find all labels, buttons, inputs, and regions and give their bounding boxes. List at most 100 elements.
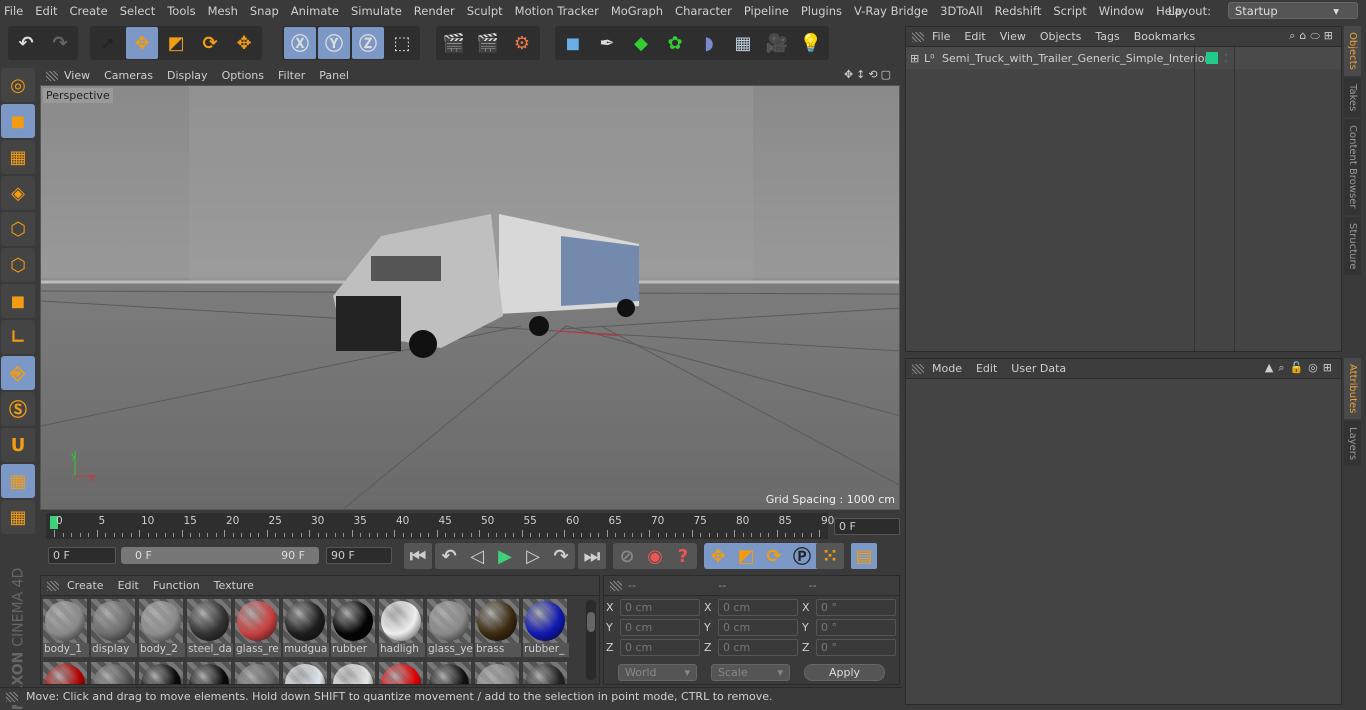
- object-menu-file[interactable]: File: [932, 30, 950, 43]
- material-menu-texture[interactable]: Texture: [214, 579, 254, 592]
- attribute-menu-user-data[interactable]: User Data: [1011, 362, 1066, 375]
- material-swatch[interactable]: rubber_: [523, 599, 569, 657]
- material-swatch[interactable]: [331, 662, 377, 684]
- menu-simulate[interactable]: Simulate: [351, 4, 402, 18]
- material-swatch[interactable]: glass_ye: [427, 599, 473, 657]
- x-axis-icon[interactable]: Ⓧ: [284, 27, 316, 59]
- render-dots-icon[interactable]: ⁚: [1224, 52, 1228, 65]
- menu-select[interactable]: Select: [120, 4, 155, 18]
- key-rotation-icon[interactable]: ⟳: [760, 543, 788, 569]
- material-menu-create[interactable]: Create: [67, 579, 104, 592]
- menu-mograph[interactable]: MoGraph: [611, 4, 663, 18]
- rotate-icon[interactable]: ⟳: [194, 27, 226, 59]
- edges-mode-icon[interactable]: ⬡: [1, 248, 35, 282]
- make-editable-icon[interactable]: ◎: [1, 68, 35, 102]
- menu-pipeline[interactable]: Pipeline: [744, 4, 789, 18]
- viewport-menu-display[interactable]: Display: [167, 69, 208, 82]
- material-swatch[interactable]: [91, 662, 137, 684]
- next-frame-icon[interactable]: ▷: [519, 543, 547, 569]
- attribute-menu-edit[interactable]: Edit: [976, 362, 997, 375]
- material-swatch[interactable]: [235, 662, 281, 684]
- object-menu-view[interactable]: View: [1000, 30, 1026, 43]
- coord-rot-field[interactable]: 0 °: [816, 639, 896, 656]
- workplane-align-icon[interactable]: ▦: [1, 500, 35, 534]
- material-scrollbar[interactable]: [586, 600, 596, 680]
- object-row[interactable]: ⊞ L⁰ Semi_Truck_with_Trailer_Generic_Sim…: [906, 47, 1341, 69]
- menu-edit[interactable]: Edit: [35, 4, 57, 18]
- object-menu-edit[interactable]: Edit: [964, 30, 985, 43]
- model-mode-icon[interactable]: ◼: [1, 104, 35, 138]
- go-to-end-icon[interactable]: ⏭: [578, 543, 606, 569]
- material-swatch[interactable]: [139, 662, 185, 684]
- render-view-icon[interactable]: 🎬: [438, 27, 470, 59]
- material-swatch[interactable]: body_2: [139, 599, 185, 657]
- expand-icon[interactable]: ⊞: [910, 52, 924, 65]
- coordinate-mode-dropdown[interactable]: World ▾: [618, 664, 698, 681]
- viewport[interactable]: Perspective yx Grid Spacing : 1000 cm: [40, 85, 900, 510]
- menu-snap[interactable]: Snap: [250, 4, 279, 18]
- z-axis-icon[interactable]: Ⓩ: [352, 27, 384, 59]
- current-frame-field[interactable]: 0 F: [834, 518, 900, 535]
- start-frame-field[interactable]: 0 F: [48, 547, 116, 564]
- pen-icon[interactable]: ✒: [591, 27, 623, 59]
- material-swatch[interactable]: brass: [475, 599, 521, 657]
- side-tab-content-browser[interactable]: Content Browser: [1344, 119, 1361, 215]
- coord-size-field[interactable]: 0 cm: [718, 619, 798, 636]
- previous-frame-icon[interactable]: ◁: [463, 543, 491, 569]
- coord-pos-field[interactable]: 0 cm: [620, 639, 700, 656]
- texture-mode-icon[interactable]: ▦: [1, 140, 35, 174]
- end-frame-field[interactable]: 90 F: [326, 547, 392, 564]
- render-picture-viewer-icon[interactable]: 🎬: [472, 27, 504, 59]
- go-to-start-icon[interactable]: ⏮: [404, 543, 432, 569]
- material-swatch[interactable]: rubber: [331, 599, 377, 657]
- menu-create[interactable]: Create: [70, 4, 108, 18]
- polygons-mode-icon[interactable]: ◼: [1, 284, 35, 318]
- menu-plugins[interactable]: Plugins: [801, 4, 842, 18]
- workplane-icon[interactable]: ◈: [1, 176, 35, 210]
- material-swatch[interactable]: glass_re: [235, 599, 281, 657]
- menu-character[interactable]: Character: [675, 4, 732, 18]
- scale-icon[interactable]: ◩: [160, 27, 192, 59]
- cube-icon[interactable]: ◼: [557, 27, 589, 59]
- key-pla-icon[interactable]: ⁙: [816, 543, 844, 569]
- object-menu-tags[interactable]: Tags: [1095, 30, 1119, 43]
- cloner-icon[interactable]: ✿: [659, 27, 691, 59]
- move-last-icon[interactable]: ✥: [228, 27, 260, 59]
- viewport-nav-icons[interactable]: ✥↕⟲▢: [844, 68, 894, 81]
- material-swatch[interactable]: [523, 662, 569, 684]
- points-mode-icon[interactable]: ⬡: [1, 212, 35, 246]
- menu-render[interactable]: Render: [414, 4, 455, 18]
- material-swatch[interactable]: [427, 662, 473, 684]
- material-swatch[interactable]: steel_da: [187, 599, 233, 657]
- menu-motion-tracker[interactable]: Motion Tracker: [515, 4, 599, 18]
- material-swatch[interactable]: [379, 662, 425, 684]
- side-tab-layers[interactable]: Layers: [1344, 421, 1361, 467]
- material-menu-function[interactable]: Function: [153, 579, 200, 592]
- menu-redshift[interactable]: Redshift: [995, 4, 1042, 18]
- key-position-icon[interactable]: ✥: [704, 543, 732, 569]
- material-swatch[interactable]: [283, 662, 329, 684]
- menu-3dtoall[interactable]: 3DToAll: [940, 4, 983, 18]
- coordinate-type-dropdown[interactable]: Scale ▾: [711, 664, 791, 681]
- side-tab-takes[interactable]: Takes: [1344, 77, 1361, 118]
- layout-dropdown[interactable]: Startup ▾: [1227, 2, 1358, 19]
- redo-icon[interactable]: ↷: [44, 27, 76, 59]
- viewport-menu-panel[interactable]: Panel: [319, 69, 349, 82]
- light-icon[interactable]: 💡: [795, 27, 827, 59]
- motion-record-icon[interactable]: ⊘: [613, 543, 641, 569]
- coordinate-system-icon[interactable]: ⬚: [386, 27, 418, 59]
- floor-icon[interactable]: ▦: [727, 27, 759, 59]
- material-swatch[interactable]: [187, 662, 233, 684]
- menu-script[interactable]: Script: [1053, 4, 1086, 18]
- timeline-icon[interactable]: ▤: [851, 543, 877, 569]
- coord-rot-field[interactable]: 0 °: [816, 619, 896, 636]
- side-tab-attributes[interactable]: Attributes: [1344, 358, 1361, 420]
- coord-size-field[interactable]: 0 cm: [718, 599, 798, 616]
- side-tab-objects[interactable]: Objects: [1344, 26, 1361, 76]
- previous-key-icon[interactable]: ↶: [435, 543, 463, 569]
- tweak-icon[interactable]: ⎆: [1, 356, 35, 390]
- apply-button[interactable]: Apply: [804, 664, 885, 681]
- menu-sculpt[interactable]: Sculpt: [467, 4, 503, 18]
- frame-range-slider[interactable]: 0 F 90 F: [121, 547, 319, 564]
- coord-rot-field[interactable]: 0 °: [816, 599, 896, 616]
